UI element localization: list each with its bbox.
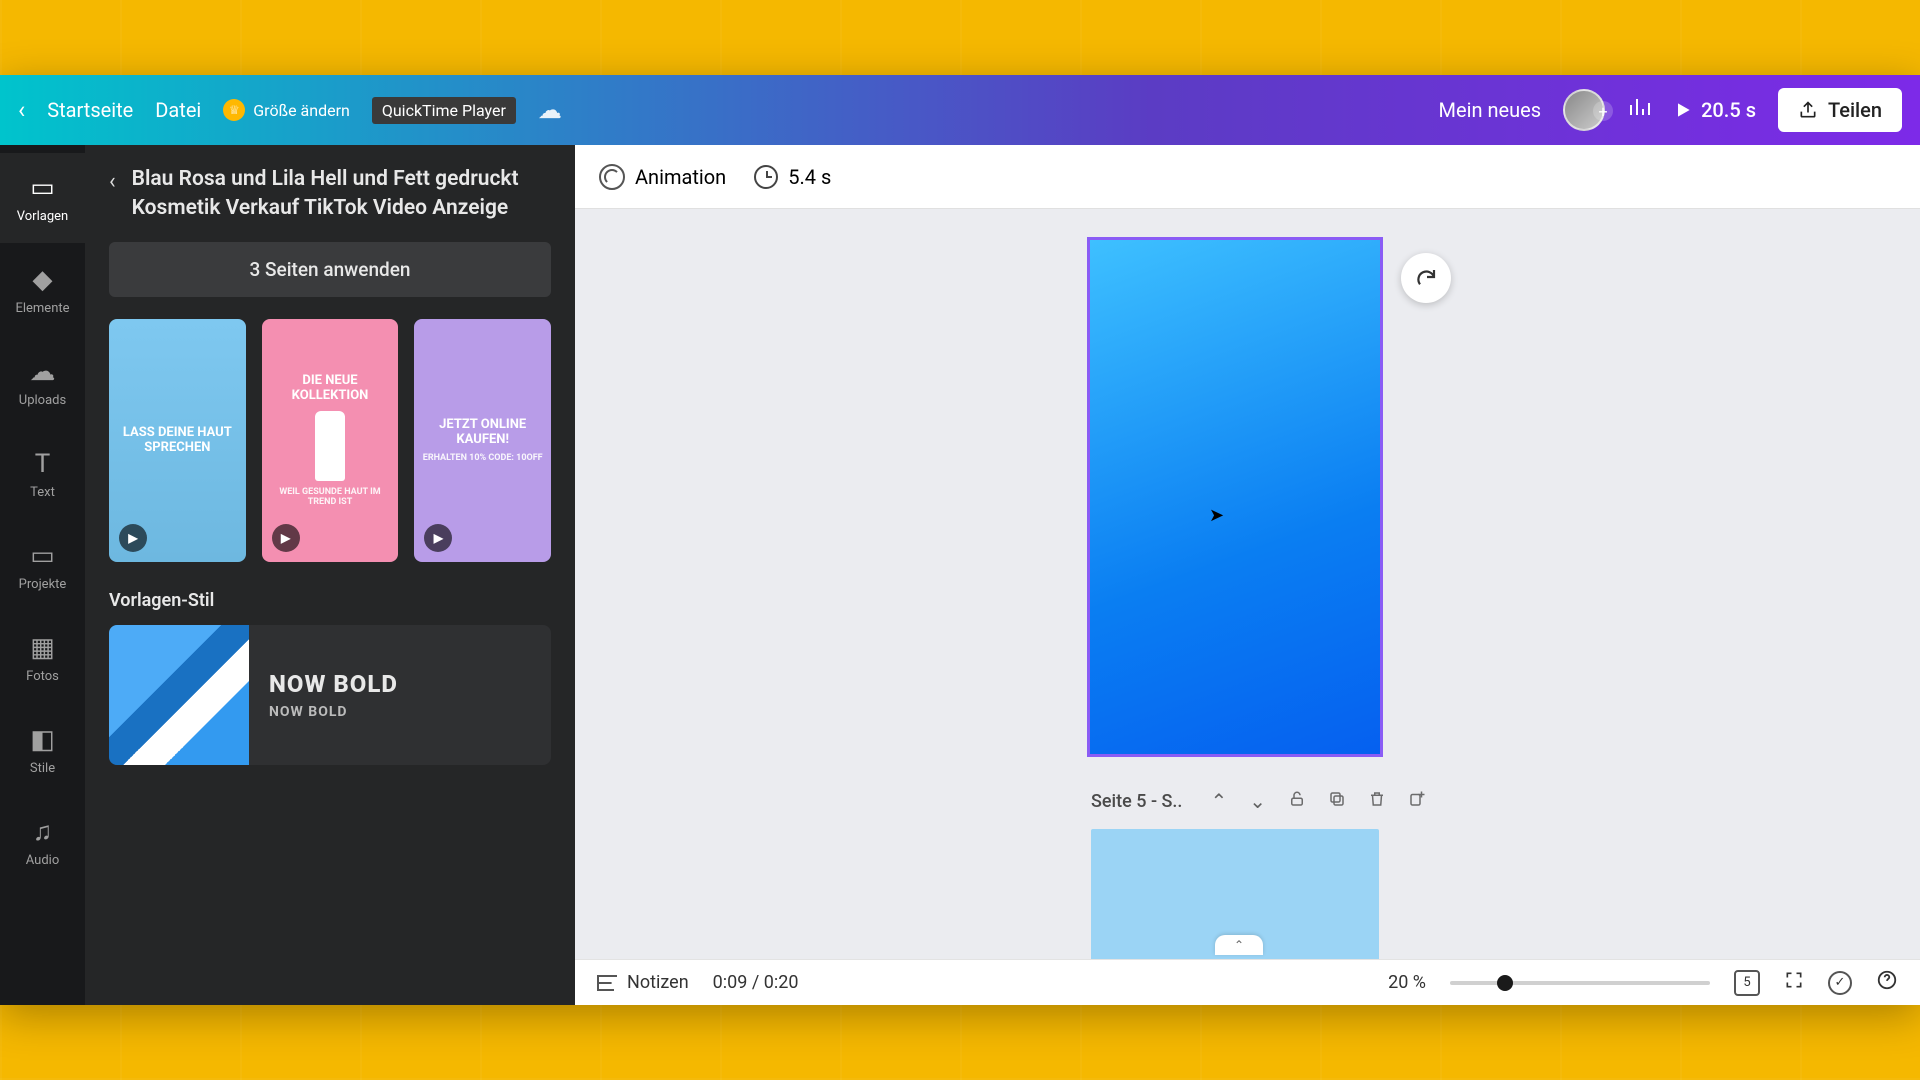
style-section-label: Vorlagen-Stil: [109, 590, 551, 611]
canvas-area: Animation 5.4 s ➤ Seite 5 - S.. ⌃ ⌄: [575, 145, 1920, 1005]
home-link[interactable]: Startseite: [47, 98, 133, 122]
photos-icon: ▦: [30, 633, 55, 663]
rail-photos-label: Fotos: [26, 669, 59, 684]
rail-styles[interactable]: ◧ Stile: [0, 705, 85, 795]
thumb2-subtext: WEIL GESUNDE HAUT IM TREND IST: [270, 487, 391, 507]
zoom-percent-label[interactable]: 20 %: [1388, 972, 1426, 993]
page-toolbar: Seite 5 - S.. ⌃ ⌄: [1091, 789, 1426, 813]
style-name-small: NOW BOLD: [269, 704, 398, 720]
rail-audio-label: Audio: [26, 853, 59, 868]
templates-panel: ‹ Blau Rosa und Lila Hell und Fett gedru…: [85, 145, 575, 1005]
canvas-scroll[interactable]: ➤ Seite 5 - S.. ⌃ ⌄: [575, 209, 1920, 959]
notes-button[interactable]: Notizen: [597, 972, 689, 993]
rail-audio[interactable]: ♫ Audio: [0, 797, 85, 887]
rail-templates[interactable]: ▭ Vorlagen: [0, 153, 85, 243]
back-arrow-icon[interactable]: ‹: [18, 96, 25, 124]
project-title[interactable]: Mein neues: [1439, 98, 1542, 122]
add-collaborator-icon[interactable]: +: [1593, 101, 1613, 121]
thumb3-subtext: ERHALTEN 10% CODE: 10OFF: [423, 453, 543, 463]
expand-timeline-tab[interactable]: ⌃: [1215, 935, 1263, 955]
resize-button[interactable]: ♕ Größe ändern: [223, 99, 350, 121]
cloud-sync-icon[interactable]: ☁: [538, 96, 562, 124]
notes-icon: [597, 975, 617, 991]
share-label: Teilen: [1828, 98, 1882, 122]
context-toolbar: Animation 5.4 s: [575, 145, 1920, 209]
zoom-slider[interactable]: [1450, 981, 1710, 985]
template-style-card[interactable]: NOW BOLD NOW BOLD: [109, 625, 551, 765]
cursor-icon: ➤: [1209, 505, 1224, 526]
play-presentation-button[interactable]: 20.5 s: [1673, 98, 1756, 122]
template-page-thumbs: LASS DEINE HAUT SPRECHEN ▶ DIE NEUE KOLL…: [109, 319, 551, 562]
timecode-label: 0:09 / 0:20: [713, 972, 799, 993]
footer-bar: Notizen 0:09 / 0:20 20 % 5 ✓: [575, 959, 1920, 1005]
thumb3-text: JETZT ONLINE KAUFEN!: [422, 417, 543, 447]
audio-icon: ♫: [33, 816, 53, 847]
rail-templates-label: Vorlagen: [17, 209, 68, 224]
template-thumb-2[interactable]: DIE NEUE KOLLEKTION WEIL GESUNDE HAUT IM…: [262, 319, 399, 562]
accessibility-check-icon[interactable]: ✓: [1828, 971, 1852, 995]
rail-text[interactable]: T Text: [0, 429, 85, 519]
template-title: Blau Rosa und Lila Hell und Fett gedruck…: [132, 165, 551, 224]
clip-duration-button[interactable]: 5.4 s: [754, 165, 831, 189]
move-page-down-icon[interactable]: ⌄: [1249, 789, 1266, 813]
notes-label: Notizen: [627, 972, 689, 993]
rail-projects[interactable]: ▭ Projekte: [0, 521, 85, 611]
rail-styles-label: Stile: [30, 761, 55, 776]
file-menu[interactable]: Datei: [155, 98, 201, 122]
clip-time-label: 5.4 s: [788, 165, 831, 189]
add-page-icon[interactable]: [1408, 789, 1426, 813]
projects-icon: ▭: [30, 541, 55, 571]
rail-uploads-label: Uploads: [19, 393, 66, 408]
panel-back-icon[interactable]: ‹: [109, 169, 116, 194]
app-window: ‹ Startseite Datei ♕ Größe ändern QuickT…: [0, 75, 1920, 1005]
play-duration-label: 20.5 s: [1701, 98, 1756, 122]
page-label[interactable]: Seite 5 - S..: [1091, 791, 1182, 812]
styles-icon: ◧: [30, 725, 55, 755]
uploads-icon: ☁: [30, 357, 56, 387]
fullscreen-icon[interactable]: [1784, 970, 1804, 995]
zoom-slider-knob[interactable]: [1497, 975, 1513, 991]
page-count-button[interactable]: 5: [1734, 970, 1760, 996]
template-thumb-3[interactable]: JETZT ONLINE KAUFEN! ERHALTEN 10% CODE: …: [414, 319, 551, 562]
rail-text-label: Text: [30, 485, 55, 500]
lock-page-icon[interactable]: [1288, 789, 1306, 813]
clock-icon: [754, 165, 778, 189]
duplicate-page-icon[interactable]: [1328, 789, 1346, 813]
move-page-up-icon[interactable]: ⌃: [1210, 789, 1227, 813]
insights-icon[interactable]: [1627, 95, 1651, 125]
rail-photos[interactable]: ▦ Fotos: [0, 613, 85, 703]
text-icon: T: [35, 449, 51, 479]
style-swatch: [109, 625, 249, 765]
share-button[interactable]: Teilen: [1778, 88, 1902, 132]
animation-button[interactable]: Animation: [599, 164, 726, 190]
delete-page-icon[interactable]: [1368, 789, 1386, 813]
style-name-big: NOW BOLD: [269, 670, 398, 698]
thumb1-text: LASS DEINE HAUT SPRECHEN: [117, 425, 238, 455]
product-tube-graphic: [315, 411, 345, 481]
animation-label: Animation: [635, 165, 726, 189]
regenerate-button[interactable]: [1401, 253, 1451, 303]
help-icon[interactable]: [1876, 969, 1898, 996]
play-icon: ▶: [424, 524, 452, 552]
side-rail: ▭ Vorlagen ◆ Elemente ☁ Uploads T Text ▭…: [0, 145, 85, 1005]
play-icon: ▶: [119, 524, 147, 552]
rail-uploads[interactable]: ☁ Uploads: [0, 337, 85, 427]
rail-elements-label: Elemente: [15, 301, 69, 316]
selected-page-canvas[interactable]: [1087, 237, 1383, 757]
crown-icon: ♕: [223, 99, 245, 121]
user-avatar[interactable]: +: [1563, 89, 1605, 131]
workspace: ▭ Vorlagen ◆ Elemente ☁ Uploads T Text ▭…: [0, 145, 1920, 1005]
templates-icon: ▭: [30, 173, 55, 203]
top-bar: ‹ Startseite Datei ♕ Größe ändern QuickT…: [0, 75, 1920, 145]
elements-icon: ◆: [33, 265, 53, 295]
play-icon: ▶: [272, 524, 300, 552]
quicktime-tooltip: QuickTime Player: [372, 97, 516, 124]
resize-label: Größe ändern: [253, 101, 350, 120]
rail-elements[interactable]: ◆ Elemente: [0, 245, 85, 335]
template-thumb-1[interactable]: LASS DEINE HAUT SPRECHEN ▶: [109, 319, 246, 562]
thumb2-text: DIE NEUE KOLLEKTION: [270, 373, 391, 403]
animation-icon: [599, 164, 625, 190]
rail-projects-label: Projekte: [19, 577, 67, 592]
apply-all-pages-button[interactable]: 3 Seiten anwenden: [109, 242, 551, 297]
